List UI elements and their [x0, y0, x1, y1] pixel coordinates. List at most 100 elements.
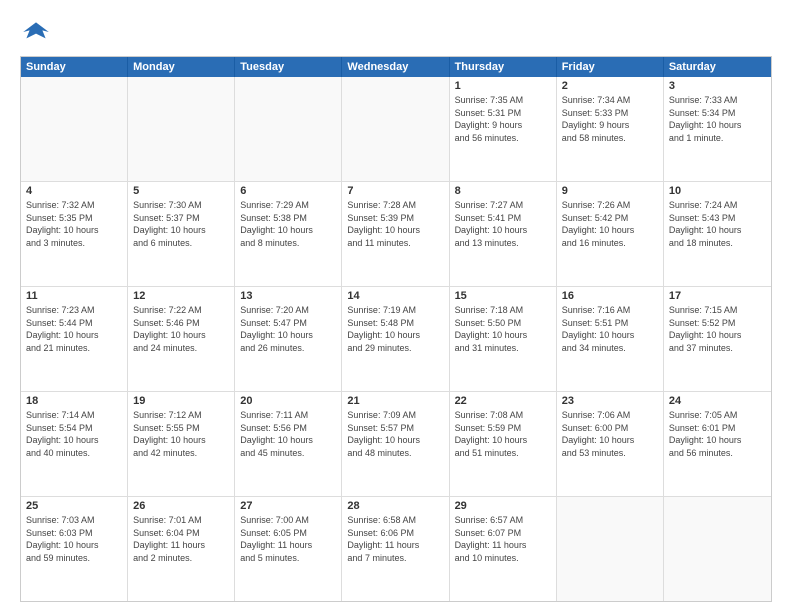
calendar-row: 25 Sunrise: 7:03 AM Sunset: 6:03 PM Dayli…	[21, 497, 771, 601]
cell-detail: Sunrise: 7:33 AM Sunset: 5:34 PM Dayligh…	[669, 94, 766, 144]
calendar-cell: 25 Sunrise: 7:03 AM Sunset: 6:03 PM Dayli…	[21, 497, 128, 601]
day-number: 25	[26, 500, 122, 512]
cell-detail: Sunrise: 7:16 AM Sunset: 5:51 PM Dayligh…	[562, 304, 658, 354]
day-number: 3	[669, 80, 766, 92]
calendar-cell: 14Sunrise: 7:19 AM Sunset: 5:48 PM Dayli…	[342, 287, 449, 391]
weekday-header: Saturday	[664, 57, 771, 77]
calendar-cell: 19 Sunrise: 7:12 AM Sunset: 5:55 PM Dayli…	[128, 392, 235, 496]
calendar-cell: 8 Sunrise: 7:27 AM Sunset: 5:41 PM Daylig…	[450, 182, 557, 286]
day-number: 5	[133, 185, 229, 197]
calendar-cell: 12Sunrise: 7:22 AM Sunset: 5:46 PM Dayli…	[128, 287, 235, 391]
day-number: 21	[347, 395, 443, 407]
day-number: 8	[455, 185, 551, 197]
calendar-cell: 15 Sunrise: 7:18 AM Sunset: 5:50 PM Dayli…	[450, 287, 557, 391]
weekday-header: Monday	[128, 57, 235, 77]
cell-detail: Sunrise: 7:20 AM Sunset: 5:47 PM Dayligh…	[240, 304, 336, 354]
weekday-header: Wednesday	[342, 57, 449, 77]
calendar-cell	[557, 497, 664, 601]
day-number: 28	[347, 500, 443, 512]
cell-detail: Sunrise: 7:24 AM Sunset: 5:43 PM Dayligh…	[669, 199, 766, 249]
weekday-header: Tuesday	[235, 57, 342, 77]
calendar-cell: 3 Sunrise: 7:33 AM Sunset: 5:34 PM Daylig…	[664, 77, 771, 181]
cell-detail: Sunrise: 7:00 AM Sunset: 6:05 PM Dayligh…	[240, 514, 336, 564]
cell-detail: Sunrise: 7:22 AM Sunset: 5:46 PM Dayligh…	[133, 304, 229, 354]
calendar-cell: 1 Sunrise: 7:35 AM Sunset: 5:31 PM Daylig…	[450, 77, 557, 181]
day-number: 19	[133, 395, 229, 407]
day-number: 18	[26, 395, 122, 407]
cell-detail: Sunrise: 7:14 AM Sunset: 5:54 PM Dayligh…	[26, 409, 122, 459]
calendar-cell: 16 Sunrise: 7:16 AM Sunset: 5:51 PM Dayli…	[557, 287, 664, 391]
weekday-header: Friday	[557, 57, 664, 77]
cell-detail: Sunrise: 7:03 AM Sunset: 6:03 PM Dayligh…	[26, 514, 122, 564]
calendar-cell	[128, 77, 235, 181]
calendar-cell: 11Sunrise: 7:23 AM Sunset: 5:44 PM Dayli…	[21, 287, 128, 391]
calendar-body: 1 Sunrise: 7:35 AM Sunset: 5:31 PM Daylig…	[21, 77, 771, 601]
calendar-cell: 18 Sunrise: 7:14 AM Sunset: 5:54 PM Dayli…	[21, 392, 128, 496]
cell-detail: Sunrise: 7:09 AM Sunset: 5:57 PM Dayligh…	[347, 409, 443, 459]
day-number: 26	[133, 500, 229, 512]
calendar-cell: 28 Sunrise: 6:58 AM Sunset: 6:06 PM Dayli…	[342, 497, 449, 601]
calendar-row: 1 Sunrise: 7:35 AM Sunset: 5:31 PM Daylig…	[21, 77, 771, 182]
cell-detail: Sunrise: 7:15 AM Sunset: 5:52 PM Dayligh…	[669, 304, 766, 354]
calendar-header: SundayMondayTuesdayWednesdayThursdayFrid…	[21, 57, 771, 77]
calendar-cell: 9 Sunrise: 7:26 AM Sunset: 5:42 PM Daylig…	[557, 182, 664, 286]
cell-detail: Sunrise: 7:01 AM Sunset: 6:04 PM Dayligh…	[133, 514, 229, 564]
day-number: 4	[26, 185, 122, 197]
day-number: 1	[455, 80, 551, 92]
day-number: 15	[455, 290, 551, 302]
cell-detail: Sunrise: 7:32 AM Sunset: 5:35 PM Dayligh…	[26, 199, 122, 249]
cell-detail: Sunrise: 7:12 AM Sunset: 5:55 PM Dayligh…	[133, 409, 229, 459]
weekday-header: Thursday	[450, 57, 557, 77]
calendar-cell: 21 Sunrise: 7:09 AM Sunset: 5:57 PM Dayli…	[342, 392, 449, 496]
cell-detail: Sunrise: 7:26 AM Sunset: 5:42 PM Dayligh…	[562, 199, 658, 249]
cell-detail: Sunrise: 7:05 AM Sunset: 6:01 PM Dayligh…	[669, 409, 766, 459]
cell-detail: Sunrise: 7:30 AM Sunset: 5:37 PM Dayligh…	[133, 199, 229, 249]
cell-detail: Sunrise: 7:27 AM Sunset: 5:41 PM Dayligh…	[455, 199, 551, 249]
day-number: 2	[562, 80, 658, 92]
day-number: 23	[562, 395, 658, 407]
calendar-cell	[342, 77, 449, 181]
day-number: 13	[240, 290, 336, 302]
calendar-cell: 10 Sunrise: 7:24 AM Sunset: 5:43 PM Dayli…	[664, 182, 771, 286]
calendar-cell: 24Sunrise: 7:05 AM Sunset: 6:01 PM Dayli…	[664, 392, 771, 496]
calendar-cell: 5 Sunrise: 7:30 AM Sunset: 5:37 PM Daylig…	[128, 182, 235, 286]
calendar-row: 11Sunrise: 7:23 AM Sunset: 5:44 PM Dayli…	[21, 287, 771, 392]
day-number: 27	[240, 500, 336, 512]
cell-detail: Sunrise: 7:29 AM Sunset: 5:38 PM Dayligh…	[240, 199, 336, 249]
logo	[20, 16, 56, 48]
calendar-cell: 22Sunrise: 7:08 AM Sunset: 5:59 PM Dayli…	[450, 392, 557, 496]
day-number: 20	[240, 395, 336, 407]
calendar-cell: 26 Sunrise: 7:01 AM Sunset: 6:04 PM Dayli…	[128, 497, 235, 601]
logo-bird-icon	[20, 16, 52, 48]
calendar-cell: 29Sunrise: 6:57 AM Sunset: 6:07 PM Dayli…	[450, 497, 557, 601]
cell-detail: Sunrise: 7:34 AM Sunset: 5:33 PM Dayligh…	[562, 94, 658, 144]
calendar-cell: 6 Sunrise: 7:29 AM Sunset: 5:38 PM Daylig…	[235, 182, 342, 286]
calendar-cell: 20 Sunrise: 7:11 AM Sunset: 5:56 PM Dayli…	[235, 392, 342, 496]
cell-detail: Sunrise: 7:19 AM Sunset: 5:48 PM Dayligh…	[347, 304, 443, 354]
day-number: 6	[240, 185, 336, 197]
day-number: 9	[562, 185, 658, 197]
day-number: 7	[347, 185, 443, 197]
cell-detail: Sunrise: 6:58 AM Sunset: 6:06 PM Dayligh…	[347, 514, 443, 564]
day-number: 11	[26, 290, 122, 302]
calendar: SundayMondayTuesdayWednesdayThursdayFrid…	[20, 56, 772, 602]
weekday-header: Sunday	[21, 57, 128, 77]
calendar-cell: 17 Sunrise: 7:15 AM Sunset: 5:52 PM Dayli…	[664, 287, 771, 391]
cell-detail: Sunrise: 6:57 AM Sunset: 6:07 PM Dayligh…	[455, 514, 551, 564]
cell-detail: Sunrise: 7:11 AM Sunset: 5:56 PM Dayligh…	[240, 409, 336, 459]
calendar-cell: 13 Sunrise: 7:20 AM Sunset: 5:47 PM Dayli…	[235, 287, 342, 391]
calendar-cell	[664, 497, 771, 601]
page: SundayMondayTuesdayWednesdayThursdayFrid…	[0, 0, 792, 612]
day-number: 16	[562, 290, 658, 302]
calendar-cell: 23Sunrise: 7:06 AM Sunset: 6:00 PM Dayli…	[557, 392, 664, 496]
cell-detail: Sunrise: 7:35 AM Sunset: 5:31 PM Dayligh…	[455, 94, 551, 144]
calendar-row: 4 Sunrise: 7:32 AM Sunset: 5:35 PM Daylig…	[21, 182, 771, 287]
day-number: 22	[455, 395, 551, 407]
calendar-cell: 2 Sunrise: 7:34 AM Sunset: 5:33 PM Daylig…	[557, 77, 664, 181]
day-number: 10	[669, 185, 766, 197]
cell-detail: Sunrise: 7:18 AM Sunset: 5:50 PM Dayligh…	[455, 304, 551, 354]
day-number: 17	[669, 290, 766, 302]
calendar-cell	[235, 77, 342, 181]
header	[20, 16, 772, 48]
calendar-cell: 27 Sunrise: 7:00 AM Sunset: 6:05 PM Dayli…	[235, 497, 342, 601]
